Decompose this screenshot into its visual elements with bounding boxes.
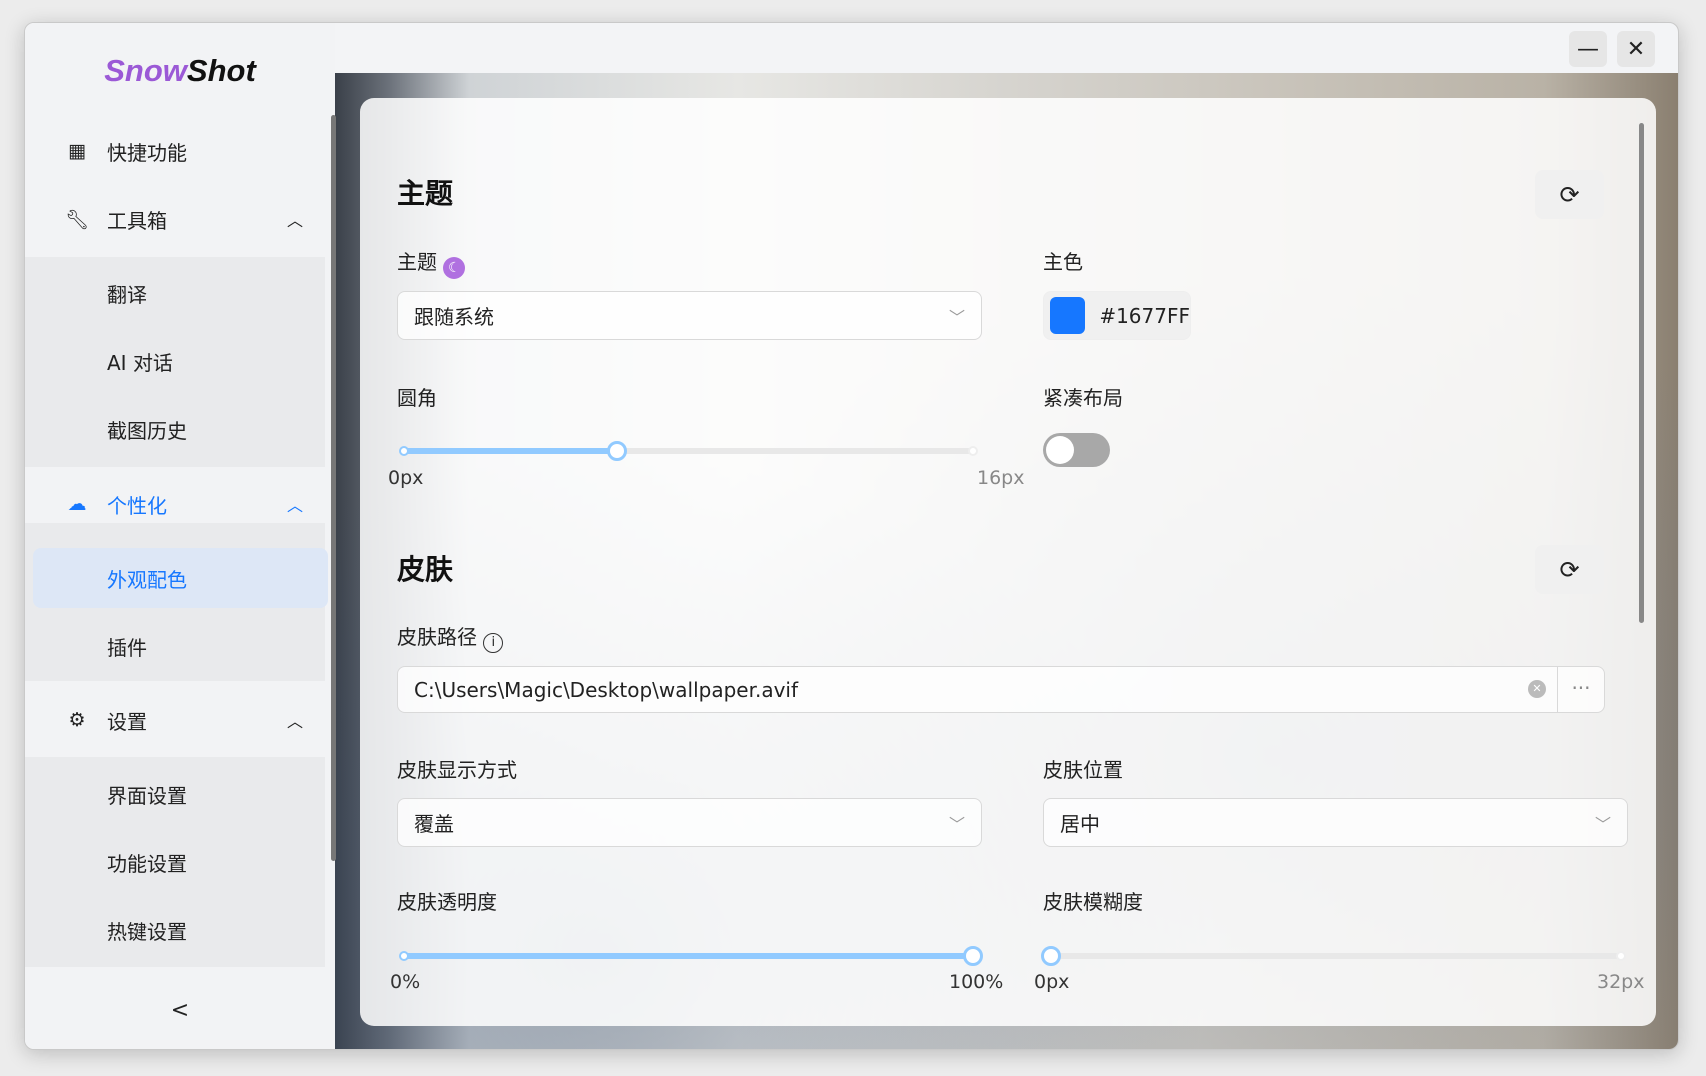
chevron-up-icon: ︿ bbox=[287, 712, 304, 731]
chevron-down-icon: ﹀ bbox=[948, 814, 965, 834]
settings-card: 主题 ⟳ 主题 ☾ 跟随系统 ﹀ 主色 #1677FF 圆角 0px 16px 紧… bbox=[360, 98, 1656, 1026]
gear-icon: ⚙ bbox=[68, 709, 86, 731]
sidebar-item-toolbox[interactable]: 🔧︎ 工具箱 ︿ bbox=[25, 194, 325, 244]
primary-color-picker[interactable]: #1677FF bbox=[1043, 291, 1191, 340]
chevron-down-icon: ﹀ bbox=[948, 307, 965, 327]
skin-blur-label: 皮肤模糊度 bbox=[1043, 890, 1143, 914]
sidebar-item-appearance[interactable]: 外观配色 bbox=[25, 553, 325, 603]
skin-mode-label: 皮肤显示方式 bbox=[397, 758, 517, 782]
sidebar-item-settings[interactable]: ⚙ 设置 ︿ bbox=[25, 695, 325, 745]
theme-select[interactable]: 跟随系统 ﹀ bbox=[397, 291, 982, 340]
info-icon[interactable]: i bbox=[483, 633, 504, 653]
opacity-slider-thumb[interactable] bbox=[963, 946, 983, 966]
grid-icon: ▦ bbox=[68, 140, 86, 162]
palette-icon: ☁ bbox=[67, 493, 87, 515]
reset-theme-button[interactable]: ⟳ bbox=[1535, 170, 1604, 219]
app-logo: SnowShot bbox=[104, 53, 256, 88]
opacity-min-label: 0% bbox=[390, 971, 421, 993]
minimize-button[interactable]: — bbox=[1569, 31, 1607, 67]
sidebar-item-translate[interactable]: 翻译 bbox=[25, 268, 325, 318]
radius-max-label: 16px bbox=[977, 467, 1025, 489]
app-window: SnowShot ▦ 快捷功能 🔧︎ 工具箱 ︿ 翻译 AI 对话 截图历史 ☁ 个性化… bbox=[24, 22, 1679, 1050]
blur-min-label: 0px bbox=[1034, 971, 1070, 993]
compact-layout-label: 紧凑布局 bbox=[1043, 386, 1123, 410]
sidebar-item-ui-settings[interactable]: 界面设置 bbox=[25, 769, 325, 819]
skin-path-label: 皮肤路径 i bbox=[397, 621, 504, 653]
blur-slider-thumb[interactable] bbox=[1041, 946, 1061, 966]
clear-icon[interactable]: ✕ bbox=[1528, 680, 1546, 698]
moon-icon: ☾ bbox=[443, 257, 466, 279]
theme-section-title: 主题 bbox=[397, 177, 454, 210]
skin-position-select[interactable]: 居中 ﹀ bbox=[1043, 798, 1628, 847]
sidebar-item-shortcuts[interactable]: ▦ 快捷功能 bbox=[25, 126, 325, 176]
collapse-sidebar-button[interactable]: < bbox=[155, 998, 205, 1023]
skin-section-title: 皮肤 bbox=[397, 553, 454, 586]
theme-label: 主题 ☾ bbox=[397, 246, 466, 279]
skin-path-input[interactable]: C:\Users\Magic\Desktop\wallpaper.avif ✕ … bbox=[397, 666, 1605, 713]
sidebar: SnowShot ▦ 快捷功能 🔧︎ 工具箱 ︿ 翻译 AI 对话 截图历史 ☁ 个性化… bbox=[25, 23, 336, 1049]
radius-slider-thumb[interactable] bbox=[607, 441, 628, 461]
sidebar-item-function-settings[interactable]: 功能设置 bbox=[25, 837, 325, 887]
primary-color-label: 主色 bbox=[1043, 250, 1083, 274]
sidebar-item-history[interactable]: 截图历史 bbox=[25, 404, 325, 454]
sidebar-item-plugins[interactable]: 插件 bbox=[25, 621, 325, 671]
sidebar-scrollbar[interactable] bbox=[331, 115, 336, 861]
chevron-down-icon: ﹀ bbox=[1594, 814, 1611, 834]
skin-mode-select[interactable]: 覆盖 ﹀ bbox=[397, 798, 982, 847]
skin-opacity-label: 皮肤透明度 bbox=[397, 890, 497, 914]
reset-skin-button[interactable]: ⟳ bbox=[1535, 545, 1604, 594]
radius-label: 圆角 bbox=[397, 386, 437, 410]
sidebar-item-hotkey-settings[interactable]: 热键设置 bbox=[25, 905, 325, 955]
skin-position-label: 皮肤位置 bbox=[1043, 758, 1123, 782]
color-swatch bbox=[1050, 297, 1086, 334]
sidebar-item-personalize[interactable]: ☁ 个性化 ︿ bbox=[25, 479, 325, 529]
refresh-icon: ⟳ bbox=[1559, 555, 1580, 584]
refresh-icon: ⟳ bbox=[1559, 180, 1580, 209]
sidebar-item-ai-chat[interactable]: AI 对话 bbox=[25, 336, 325, 386]
chevron-up-icon: ︿ bbox=[287, 211, 304, 230]
blur-max-label: 32px bbox=[1597, 971, 1645, 993]
opacity-max-label: 100% bbox=[949, 971, 1004, 993]
wrench-icon: 🔧︎ bbox=[65, 208, 90, 231]
chevron-up-icon: ︿ bbox=[287, 496, 304, 515]
close-button[interactable]: ✕ bbox=[1617, 31, 1655, 67]
content-scrollbar[interactable] bbox=[1639, 123, 1644, 623]
browse-button[interactable]: ··· bbox=[1557, 667, 1604, 712]
skin-blur-slider[interactable] bbox=[1041, 946, 1626, 966]
skin-opacity-slider[interactable] bbox=[399, 946, 983, 966]
compact-layout-toggle[interactable] bbox=[1043, 433, 1110, 467]
radius-slider[interactable] bbox=[399, 441, 978, 461]
radius-min-label: 0px bbox=[388, 467, 424, 489]
